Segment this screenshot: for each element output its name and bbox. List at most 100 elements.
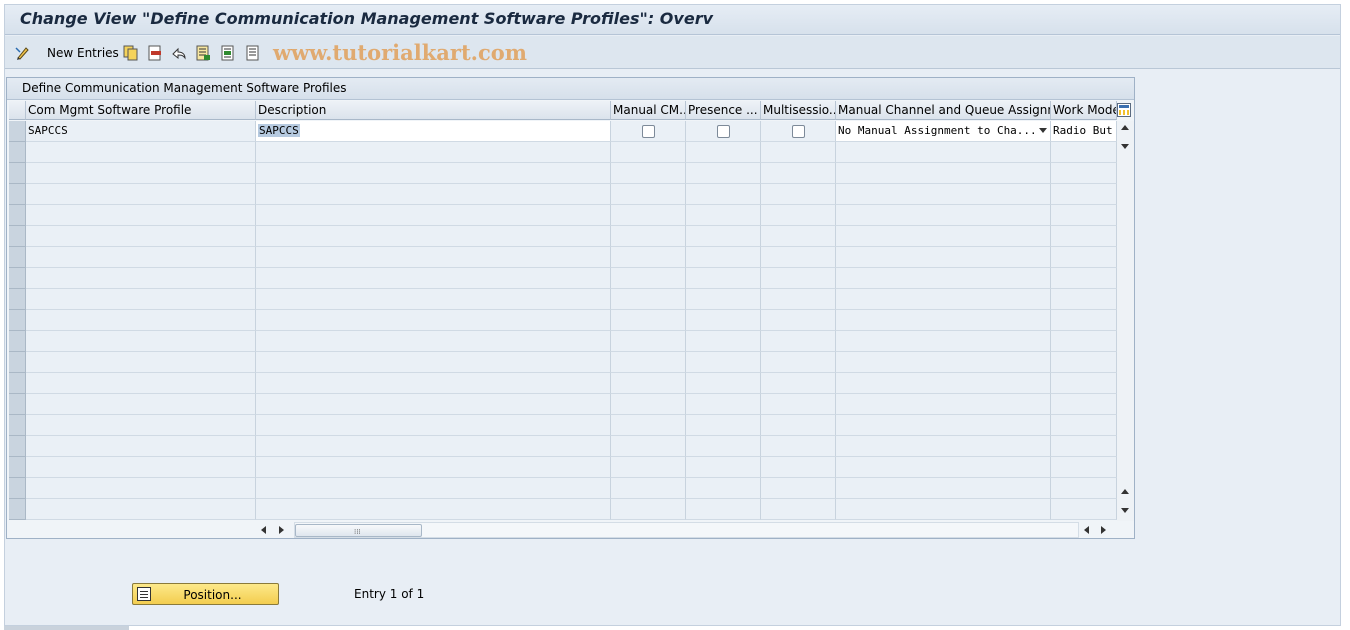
empty-cell bbox=[686, 142, 761, 163]
row-selector[interactable] bbox=[9, 142, 26, 163]
empty-cell bbox=[1051, 394, 1117, 415]
row-selector[interactable] bbox=[9, 415, 26, 436]
scroll-down-icon[interactable] bbox=[1121, 144, 1129, 149]
empty-cell bbox=[1051, 205, 1117, 226]
row-selector[interactable] bbox=[9, 331, 26, 352]
empty-cell bbox=[1051, 310, 1117, 331]
manual-channel-dropdown[interactable]: No Manual Assignment to Cha... bbox=[836, 121, 1051, 142]
application-toolbar: New Entries www.tutorialkart.com bbox=[5, 36, 1340, 69]
empty-cell bbox=[686, 415, 761, 436]
change-display-button[interactable] bbox=[15, 44, 31, 62]
presence-checkbox[interactable] bbox=[717, 125, 730, 138]
empty-cell bbox=[611, 478, 686, 499]
empty-cell bbox=[686, 331, 761, 352]
manual-cm-checkbox[interactable] bbox=[642, 125, 655, 138]
empty-cell bbox=[686, 352, 761, 373]
empty-cell bbox=[611, 499, 686, 520]
row-selector[interactable] bbox=[9, 478, 26, 499]
empty-cell bbox=[611, 457, 686, 478]
column-header-manual-cm[interactable]: Manual CM... bbox=[611, 101, 686, 120]
column-header-work-mode[interactable]: Work Mode bbox=[1051, 101, 1117, 120]
empty-cell bbox=[26, 331, 256, 352]
empty-cell bbox=[611, 163, 686, 184]
sap-window: Change View "Define Communication Manage… bbox=[4, 4, 1341, 626]
table-settings-icon[interactable] bbox=[1117, 103, 1131, 117]
empty-cell bbox=[836, 142, 1051, 163]
empty-cell bbox=[611, 205, 686, 226]
empty-cell bbox=[26, 436, 256, 457]
deselect-all-button[interactable] bbox=[245, 44, 261, 62]
copy-as-button[interactable] bbox=[123, 44, 139, 62]
select-block-button[interactable] bbox=[220, 44, 236, 62]
column-header-profile[interactable]: Com Mgmt Software Profile bbox=[26, 101, 256, 120]
delete-button[interactable] bbox=[147, 44, 163, 62]
empty-cell bbox=[761, 394, 836, 415]
dropdown-arrow-icon bbox=[1039, 128, 1047, 133]
empty-cell bbox=[256, 415, 611, 436]
row-selector[interactable] bbox=[9, 499, 26, 520]
empty-cell bbox=[761, 247, 836, 268]
work-mode-dropdown[interactable]: Radio But bbox=[1051, 121, 1117, 142]
empty-cell bbox=[26, 247, 256, 268]
empty-cell bbox=[256, 247, 611, 268]
grip-icon: ⁞⁞⁞ bbox=[354, 528, 361, 536]
horizontal-scrollbar[interactable]: ⁞⁞⁞ bbox=[294, 522, 1079, 538]
row-selector[interactable] bbox=[9, 310, 26, 331]
select-all-rows-corner[interactable] bbox=[9, 101, 26, 120]
new-entries-label: New Entries bbox=[47, 46, 119, 60]
description-input[interactable]: SAPCCS bbox=[256, 121, 611, 142]
row-selector[interactable] bbox=[9, 268, 26, 289]
row-selector[interactable] bbox=[9, 121, 26, 142]
scroll-page-up-icon[interactable] bbox=[1121, 489, 1129, 494]
column-header-presence[interactable]: Presence ... bbox=[686, 101, 761, 120]
empty-cell bbox=[761, 373, 836, 394]
row-selector[interactable] bbox=[9, 394, 26, 415]
empty-cell bbox=[26, 394, 256, 415]
pencil-icon bbox=[15, 45, 31, 61]
row-selector[interactable] bbox=[9, 436, 26, 457]
column-header-manual-channel[interactable]: Manual Channel and Queue Assignm... bbox=[836, 101, 1051, 120]
empty-cell bbox=[761, 352, 836, 373]
empty-cell bbox=[836, 247, 1051, 268]
empty-cell bbox=[26, 478, 256, 499]
empty-cell bbox=[686, 373, 761, 394]
empty-cell bbox=[26, 310, 256, 331]
scroll-page-down-icon[interactable] bbox=[1121, 508, 1129, 513]
row-selector[interactable] bbox=[9, 289, 26, 310]
column-header-multisession[interactable]: Multisessio... bbox=[761, 101, 836, 120]
empty-cell bbox=[761, 289, 836, 310]
row-selector[interactable] bbox=[9, 247, 26, 268]
horizontal-scroll-thumb[interactable]: ⁞⁞⁞ bbox=[295, 524, 422, 537]
description-value: SAPCCS bbox=[258, 124, 300, 137]
row-selector[interactable] bbox=[9, 163, 26, 184]
multisession-checkbox[interactable] bbox=[792, 125, 805, 138]
empty-cell bbox=[761, 184, 836, 205]
scroll-left-end-icon[interactable] bbox=[1084, 526, 1089, 534]
empty-cell bbox=[611, 184, 686, 205]
empty-cell bbox=[256, 499, 611, 520]
scroll-right-icon[interactable] bbox=[279, 526, 284, 534]
new-entries-button[interactable]: New Entries bbox=[43, 44, 119, 62]
row-selector[interactable] bbox=[9, 205, 26, 226]
empty-cell bbox=[26, 457, 256, 478]
row-selector[interactable] bbox=[9, 457, 26, 478]
empty-cell bbox=[1051, 352, 1117, 373]
select-all-button[interactable] bbox=[195, 44, 211, 62]
row-selector[interactable] bbox=[9, 226, 26, 247]
row-selector[interactable] bbox=[9, 352, 26, 373]
undo-change-button[interactable] bbox=[171, 44, 187, 62]
position-button[interactable]: Position... bbox=[132, 583, 279, 605]
empty-cell bbox=[761, 205, 836, 226]
row-selector[interactable] bbox=[9, 373, 26, 394]
row-selector[interactable] bbox=[9, 184, 26, 205]
empty-cell bbox=[256, 352, 611, 373]
empty-cell bbox=[686, 394, 761, 415]
empty-cell bbox=[611, 352, 686, 373]
scroll-right-end-icon[interactable] bbox=[1101, 526, 1106, 534]
vertical-scrollbar[interactable] bbox=[1117, 121, 1134, 521]
scroll-up-icon[interactable] bbox=[1121, 125, 1129, 130]
entry-counter: Entry 1 of 1 bbox=[354, 587, 425, 601]
scroll-left-icon[interactable] bbox=[261, 526, 266, 534]
empty-cell bbox=[836, 394, 1051, 415]
column-header-description[interactable]: Description bbox=[256, 101, 611, 120]
